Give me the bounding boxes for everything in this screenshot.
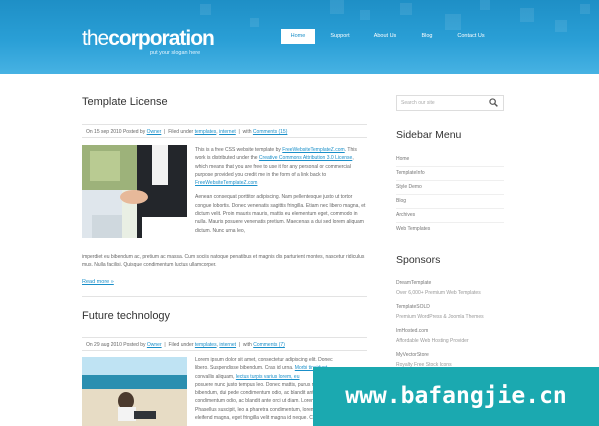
comments-link[interactable]: Comments (7) bbox=[253, 342, 285, 348]
sponsor-description: Affordable Web Hosting Provider bbox=[396, 338, 469, 344]
header-decoration bbox=[580, 4, 590, 14]
post-inline-text: This is a free CSS website template by bbox=[195, 147, 283, 153]
header-decoration bbox=[400, 3, 412, 15]
search-input[interactable]: Search our site bbox=[401, 100, 435, 106]
site-slogan: put your slogan here bbox=[150, 50, 201, 56]
sponsor-description: Over 6,000+ Premium Web Templates bbox=[396, 290, 481, 296]
post-paragraph: This is a free CSS website template by F… bbox=[195, 146, 367, 235]
post-meta: On 15 sep 2010 Posted by Owner | Filed u… bbox=[82, 124, 367, 138]
category-link[interactable]: templates bbox=[195, 342, 217, 348]
header-decoration bbox=[555, 20, 567, 32]
post-inline-link[interactable]: FreeWebsiteTemplateZ.com bbox=[195, 180, 257, 186]
watermark-banner: www.bafangjie.cn bbox=[313, 367, 599, 426]
nav-about-us[interactable]: About Us bbox=[369, 29, 401, 44]
nav-blog[interactable]: Blog bbox=[416, 29, 438, 44]
header-decoration bbox=[520, 8, 534, 22]
sponsor-link-myvectorstore[interactable]: MyVectorStore bbox=[396, 352, 429, 358]
post-inline-link[interactable]: lectus turpis varius lorem, eu bbox=[236, 374, 300, 380]
post-inline-link[interactable]: FreeWebsiteTemplateZ.com bbox=[282, 147, 344, 153]
logo-bold-text: corporation bbox=[108, 27, 215, 50]
header-decoration bbox=[330, 0, 344, 14]
read-more-link[interactable]: Read more » bbox=[82, 279, 114, 285]
post-title[interactable]: Template License bbox=[82, 96, 168, 108]
sidebar-item-templateinfo[interactable]: TemplateInfo bbox=[396, 170, 425, 176]
post-author-link[interactable]: Owner bbox=[147, 342, 162, 348]
comments-link[interactable]: Comments (15) bbox=[253, 129, 287, 135]
with-label: with bbox=[242, 129, 252, 135]
post-inline-link[interactable]: Creative Commons Attribution 3.0 License bbox=[259, 155, 352, 161]
header-decoration bbox=[200, 4, 211, 15]
post-author-link[interactable]: Owner bbox=[147, 129, 162, 135]
post-meta: On 29 aug 2010 Posted by Owner | Filed u… bbox=[82, 337, 367, 351]
post-inline-text: Phasellus suscipit, leo a pharetra condi… bbox=[195, 406, 329, 413]
paragraph-line: Lorem ipsum dolor sit amet, consectetur … bbox=[195, 356, 370, 364]
post-thumbnail-beach bbox=[82, 357, 187, 426]
sidebar-item-web-templates[interactable]: Web Templates bbox=[396, 226, 430, 232]
sidebar-menu-title: Sidebar Menu bbox=[396, 129, 462, 141]
post-body-text: Aenean consequat porttitor adipiscing. N… bbox=[195, 194, 366, 234]
post-inline-text: libero. Suspendisse bibendum. Cras id ur… bbox=[195, 365, 295, 372]
post-thumbnail-handshake bbox=[82, 145, 187, 238]
post-body-text-full: imperdiet eu bibendum ac, pretium ac mas… bbox=[82, 254, 365, 269]
sponsor-description: Premium WordPress & Joomla Themes bbox=[396, 314, 484, 320]
with-label: with bbox=[242, 342, 252, 348]
category-link[interactable]: templates bbox=[195, 129, 217, 135]
header-decoration bbox=[250, 18, 259, 27]
header-decoration bbox=[445, 14, 461, 30]
search-icon[interactable] bbox=[489, 98, 498, 107]
sidebar-separator bbox=[396, 180, 504, 181]
site-header: thecorporation put your slogan here Home… bbox=[0, 0, 599, 74]
sponsor-link-dreamtemplate[interactable]: DreamTemplate bbox=[396, 280, 431, 286]
category-link[interactable]: internet bbox=[219, 129, 236, 135]
sponsor-link-imhosted[interactable]: ImHosted.com bbox=[396, 328, 428, 334]
sidebar-item-blog[interactable]: Blog bbox=[396, 198, 406, 204]
sponsors-title: Sponsors bbox=[396, 254, 441, 266]
post-inline-text: convallis aliquam, bbox=[195, 373, 236, 380]
header-decoration bbox=[480, 0, 490, 10]
post-date: On 15 sep 2010 Posted by bbox=[86, 129, 146, 135]
handshake-photo-image bbox=[82, 145, 187, 238]
post-divider bbox=[82, 296, 367, 297]
logo-light-text: the bbox=[82, 27, 109, 50]
sidebar-item-style-demo[interactable]: Style Demo bbox=[396, 184, 422, 190]
header-decoration bbox=[360, 10, 370, 20]
search-box[interactable]: Search our site bbox=[396, 95, 504, 111]
nav-home[interactable]: Home bbox=[281, 29, 315, 44]
post-inline-text: eleifend magna, eget fringilla velit mag… bbox=[195, 415, 330, 422]
filed-under-label: Filed under bbox=[168, 342, 194, 348]
category-link[interactable]: internet bbox=[219, 342, 236, 348]
post-intro-text: This is a free CSS website template by F… bbox=[195, 147, 357, 186]
sidebar-item-archives[interactable]: Archives bbox=[396, 212, 415, 218]
sponsor-link-templatesold[interactable]: TemplateSOLD bbox=[396, 304, 430, 310]
nav-contact-us[interactable]: Contact Us bbox=[453, 29, 489, 44]
sidebar-separator bbox=[396, 194, 504, 195]
sidebar-separator bbox=[396, 208, 504, 209]
nav-support[interactable]: Support bbox=[325, 29, 355, 44]
sidebar-item-home[interactable]: Home bbox=[396, 156, 409, 162]
post-date: On 29 aug 2010 Posted by bbox=[86, 342, 146, 348]
site-logo[interactable]: thecorporation bbox=[82, 27, 215, 51]
sidebar-separator bbox=[396, 222, 504, 223]
filed-under-label: Filed under bbox=[168, 129, 194, 135]
beach-laptop-photo-image bbox=[82, 357, 187, 426]
sidebar-separator bbox=[396, 166, 504, 167]
post-inline-text: Lorem ipsum dolor sit amet, consectetur … bbox=[195, 357, 333, 363]
post-title[interactable]: Future technology bbox=[82, 310, 170, 322]
